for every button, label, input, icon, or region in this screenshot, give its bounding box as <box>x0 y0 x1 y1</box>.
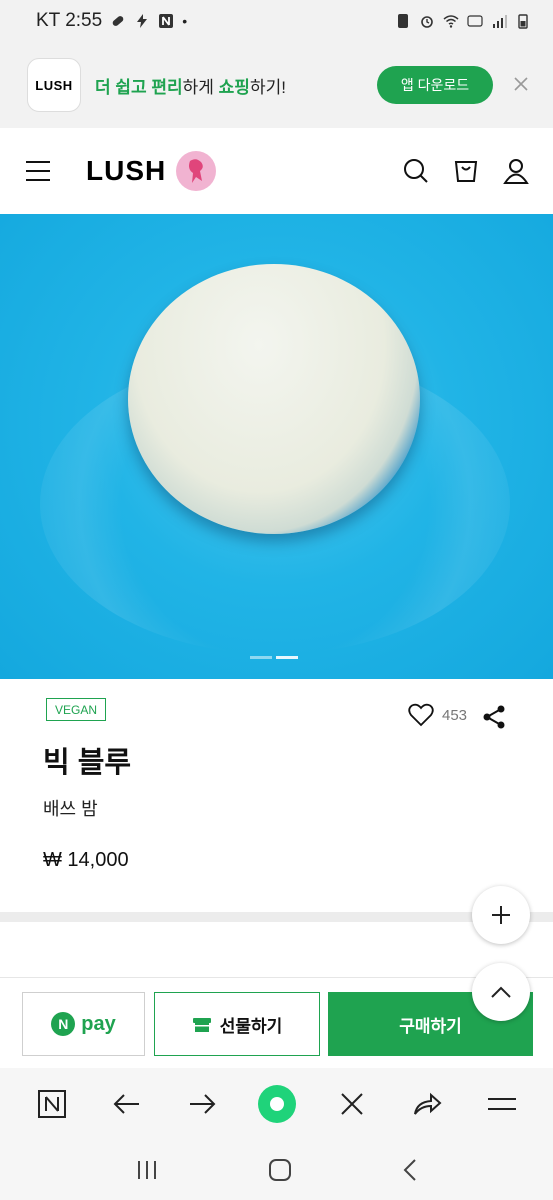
heart-icon[interactable] <box>408 703 434 727</box>
product-image[interactable] <box>0 214 553 679</box>
gift-button[interactable]: 선물하기 <box>154 992 320 1056</box>
lush-logo[interactable]: LUSH <box>86 155 166 187</box>
banner-text: 더 쉽고 편리하게 쇼핑하기! <box>95 73 286 98</box>
nfc-icon <box>398 14 408 28</box>
status-time: KT 2:55 <box>36 10 103 31</box>
home-icon[interactable] <box>255 1082 299 1126</box>
app-logo: LUSH <box>27 58 81 112</box>
gift-label: 선물하기 <box>219 1016 283 1036</box>
alarm-icon <box>421 16 433 28</box>
banner-text-part-2: 하게 <box>182 77 219 97</box>
scroll-top-button[interactable] <box>472 963 530 1021</box>
product-category: 배쓰 밤 <box>43 799 98 819</box>
pill-icon <box>112 16 124 26</box>
menu-icon[interactable] <box>26 161 50 181</box>
banner-text-highlight-2: 쇼핑 <box>218 77 250 97</box>
app-download-banner: LUSH 더 쉽고 편리하게 쇼핑하기! 앱 다운로드 <box>0 42 553 128</box>
back-icon[interactable] <box>105 1082 149 1126</box>
vegan-badge: VEGAN <box>46 698 106 721</box>
home-button-icon[interactable] <box>268 1158 292 1182</box>
product-price: ₩ 14,000 <box>43 849 129 871</box>
naver-pay-icon: N <box>51 1012 76 1036</box>
app-download-button[interactable]: 앱 다운로드 <box>377 66 493 104</box>
battery-icon <box>518 14 528 29</box>
product-name: 빅 블루 <box>43 747 132 779</box>
pagination-dot <box>250 656 272 659</box>
pagination-dot-active <box>276 656 298 659</box>
wishlist[interactable]: 453 <box>408 703 467 727</box>
menu-icon[interactable] <box>480 1082 524 1126</box>
naver-notification-icon <box>159 14 174 28</box>
share-icon[interactable] <box>482 704 506 730</box>
bolt-icon <box>137 14 148 28</box>
wifi-icon <box>443 15 459 28</box>
bath-bomb-image <box>128 264 420 534</box>
forward-icon[interactable] <box>180 1082 224 1126</box>
gift-icon <box>192 1018 211 1032</box>
product-info: VEGAN 453 빅 블루 배쓰 밤 ₩ 14,000 <box>0 679 553 913</box>
mascot-icon <box>176 151 217 191</box>
like-count: 453 <box>442 706 468 724</box>
signal-icon <box>493 15 507 28</box>
hd-icon <box>467 15 483 27</box>
close-icon[interactable] <box>511 75 531 95</box>
status-bar: KT 2:55 • <box>0 0 553 42</box>
image-pagination <box>250 656 298 659</box>
naver-pay-button[interactable]: N pay <box>22 992 145 1056</box>
search-icon[interactable] <box>403 158 429 184</box>
dot-icon: • <box>182 13 188 29</box>
browser-toolbar <box>0 1068 553 1140</box>
site-header: LUSH <box>0 128 553 214</box>
purchase-bar: N pay 선물하기 구매하기 <box>0 977 553 1067</box>
recent-apps-icon[interactable] <box>135 1159 159 1181</box>
banner-text-highlight-1: 더 쉽고 편리 <box>95 77 183 97</box>
share-page-icon[interactable] <box>405 1082 449 1126</box>
cart-icon[interactable] <box>453 158 479 184</box>
plus-icon <box>492 906 510 924</box>
banner-text-part-4: 하기! <box>249 77 286 97</box>
naver-pay-label: pay <box>81 1012 116 1035</box>
expand-button[interactable] <box>472 886 530 944</box>
section-divider <box>0 912 553 922</box>
chevron-up-icon <box>491 986 511 998</box>
user-icon[interactable] <box>503 158 529 184</box>
close-tab-icon[interactable] <box>330 1082 374 1126</box>
naver-icon[interactable] <box>30 1082 74 1126</box>
system-nav-bar <box>0 1140 553 1200</box>
back-button-icon[interactable] <box>402 1158 418 1182</box>
